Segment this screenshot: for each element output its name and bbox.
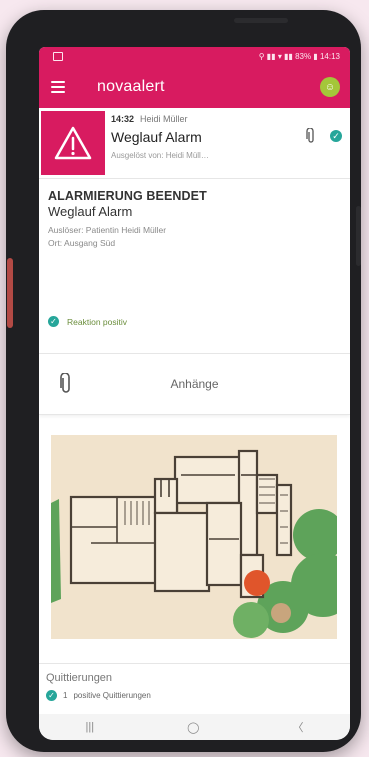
acknowledgements-count: 1 — [63, 691, 68, 700]
status-time: 14:13 — [319, 52, 340, 61]
floor-plan-map[interactable] — [51, 435, 337, 639]
smiley-icon[interactable]: ☺ — [320, 77, 340, 97]
reaction-status: ✓ Reaktion positiv — [48, 316, 127, 327]
detail-trigger: Auslöser: Patientin Heidi Müller — [48, 225, 167, 235]
alarm-detail: ALARMIERUNG BEENDET Weglauf Alarm Auslös… — [39, 179, 350, 354]
reaction-label: Reaktion positiv — [67, 316, 128, 327]
status-right: ⚲ ▮▮ ▾ ▮▮ 83% ▮ 14:13 — [259, 52, 340, 61]
alarm-name: Weglauf Alarm — [111, 129, 202, 145]
acknowledgements-title: Quittierungen — [46, 672, 113, 684]
check-icon: ✓ — [330, 130, 342, 142]
recent-apps-icon[interactable]: ||| — [86, 721, 95, 733]
alarm-status: ✓ — [306, 108, 350, 178]
paperclip-icon — [306, 128, 314, 143]
status-icons: ⚲ ▮▮ ▾ ▮▮ 83% ▮ — [258, 52, 318, 61]
side-button — [7, 258, 13, 328]
alarm-person: Heidi Müller — [140, 114, 188, 124]
acknowledgements-section: Quittierungen ✓ 1 positive Quittierungen — [39, 664, 350, 701]
detail-alarm-name: Weglauf Alarm — [48, 204, 133, 219]
check-icon: ✓ — [48, 316, 59, 327]
detail-heading: ALARMIERUNG BEENDET — [48, 189, 207, 203]
acknowledgements-row: ✓ 1 positive Quittierungen — [46, 690, 350, 701]
detail-location: Ort: Ausgang Süd — [48, 238, 116, 248]
alarm-info: 14:32 Heidi Müller Weglauf Alarm Ausgelös… — [105, 108, 306, 178]
acknowledgements-text: positive Quittierungen — [73, 691, 151, 700]
map-container — [39, 415, 350, 664]
screen: ⚲ ▮▮ ▾ ▮▮ 83% ▮ 14:13 novaalert ☺ 14:32 H… — [39, 47, 350, 740]
system-nav-bar: ||| ◯ 〈 — [39, 714, 350, 740]
app-title: novaalert — [97, 78, 165, 95]
back-icon[interactable]: 〈 — [292, 719, 303, 735]
status-bar: ⚲ ▮▮ ▾ ▮▮ 83% ▮ 14:13 — [39, 47, 350, 66]
attachments-button[interactable]: Anhänge — [39, 354, 350, 415]
app-bar: novaalert ☺ — [39, 66, 350, 108]
menu-icon[interactable] — [51, 81, 65, 93]
alarm-list-item[interactable]: 14:32 Heidi Müller Weglauf Alarm Ausgelös… — [39, 108, 350, 179]
check-icon: ✓ — [46, 690, 57, 701]
paperclip-icon — [60, 373, 70, 393]
volume-button — [356, 206, 361, 266]
warning-icon — [41, 111, 105, 175]
alarm-meta: 14:32 Heidi Müller — [111, 114, 306, 124]
power-button — [234, 18, 288, 23]
home-icon[interactable]: ◯ — [187, 721, 199, 734]
attachments-label: Anhänge — [170, 377, 219, 391]
alarm-time: 14:32 — [111, 114, 135, 124]
phone-frame: ⚲ ▮▮ ▾ ▮▮ 83% ▮ 14:13 novaalert ☺ 14:32 H… — [6, 10, 361, 752]
location-marker — [244, 570, 270, 596]
alarm-subtitle: Ausgelöst von: Heidi Müll… — [111, 151, 209, 160]
notification-icon — [53, 52, 63, 61]
